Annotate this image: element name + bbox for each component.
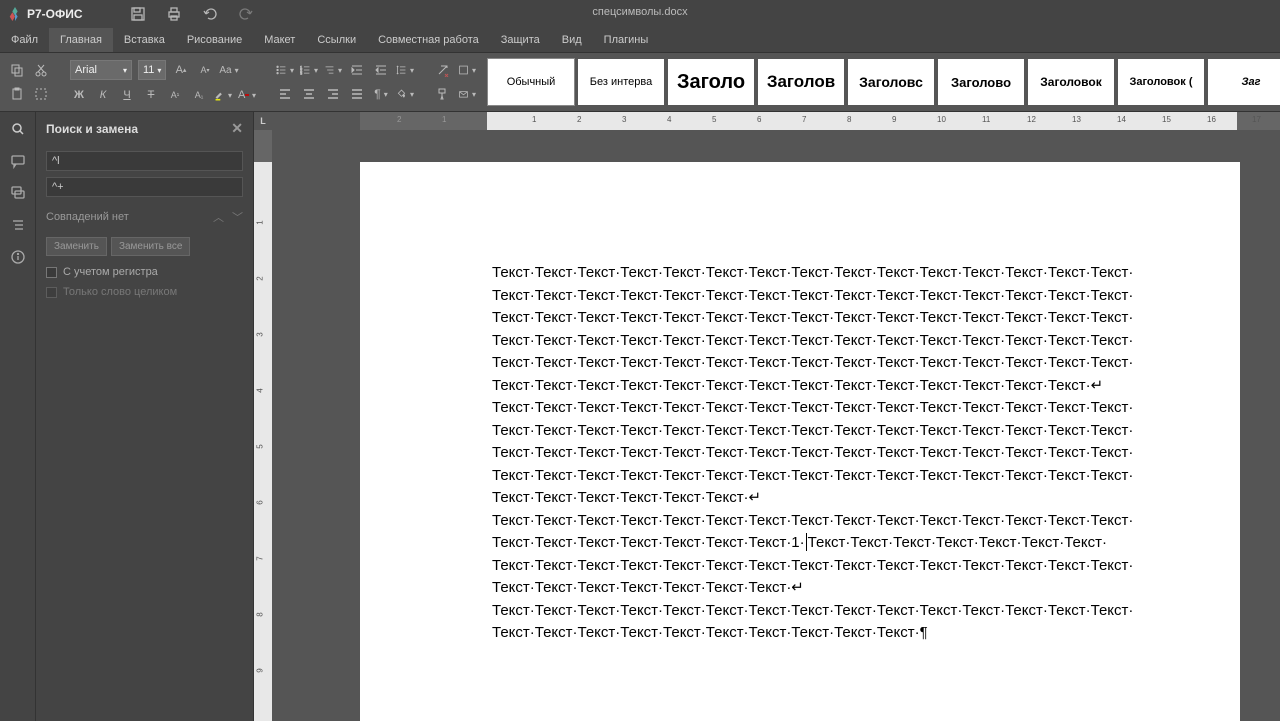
replace-button[interactable]: Заменить xyxy=(46,237,107,256)
nonprinting-icon[interactable]: ¶▾ xyxy=(372,85,390,103)
superscript-icon[interactable]: A¹ xyxy=(166,86,184,104)
style-0[interactable]: Обычный xyxy=(488,59,574,105)
close-icon[interactable]: ✕ xyxy=(231,120,243,137)
paste-icon[interactable] xyxy=(8,85,26,103)
ruler-corner[interactable]: L xyxy=(254,112,272,130)
style-7[interactable]: Заголовок ( xyxy=(1118,59,1204,105)
style-3[interactable]: Заголов xyxy=(758,59,844,105)
strikethrough-icon[interactable]: Т xyxy=(142,86,160,104)
numbered-list-icon[interactable]: 123▾ xyxy=(300,61,318,79)
align-center-icon[interactable] xyxy=(300,85,318,103)
mail-merge-icon[interactable]: ▾ xyxy=(458,85,476,103)
style-6[interactable]: Заголовок xyxy=(1028,59,1114,105)
menu-защита[interactable]: Защита xyxy=(490,28,551,52)
font-name-select[interactable]: Arial▾ xyxy=(70,60,132,80)
menu-главная[interactable]: Главная xyxy=(49,28,113,52)
style-4[interactable]: Заголовс xyxy=(848,59,934,105)
cut-icon[interactable] xyxy=(32,61,50,79)
svg-text:3: 3 xyxy=(300,71,302,76)
menu-совместная работа[interactable]: Совместная работа xyxy=(367,28,490,52)
line-spacing-icon[interactable]: ▾ xyxy=(396,61,414,79)
title-bar: Р7-ОФИС спецсимволы.docx xyxy=(0,0,1280,28)
menu-рисование[interactable]: Рисование xyxy=(176,28,253,52)
info-tab-icon[interactable] xyxy=(9,248,27,266)
panel-title: Поиск и замена xyxy=(46,122,138,136)
case-sensitive-checkbox[interactable]: С учетом регистра xyxy=(46,262,243,282)
align-justify-icon[interactable] xyxy=(348,85,366,103)
align-right-icon[interactable] xyxy=(324,85,342,103)
borders-icon[interactable]: ▾ xyxy=(458,61,476,79)
style-2[interactable]: Заголо xyxy=(668,59,754,105)
document-title: спецсимволы.docx xyxy=(0,6,1280,18)
subscript-icon[interactable]: A₁ xyxy=(190,86,208,104)
whole-word-checkbox[interactable]: Только слово целиком xyxy=(46,282,243,302)
menu-вставка[interactable]: Вставка xyxy=(113,28,176,52)
decrease-indent-icon[interactable] xyxy=(348,61,366,79)
replace-input[interactable] xyxy=(46,177,243,197)
document-text[interactable]: Текст·Текст·Текст·Текст·Текст·Текст·Текс… xyxy=(492,262,1200,645)
styles-gallery: ОбычныйБез интерваЗаголоЗаголовЗаголовсЗ… xyxy=(488,59,1280,105)
search-tab-icon[interactable] xyxy=(9,120,27,138)
style-1[interactable]: Без интерва xyxy=(578,59,664,105)
underline-icon[interactable]: Ч xyxy=(118,86,136,104)
page[interactable]: Текст·Текст·Текст·Текст·Текст·Текст·Текс… xyxy=(360,162,1240,721)
prev-match-icon[interactable]: ︿ xyxy=(213,209,224,225)
highlight-icon[interactable]: ▾ xyxy=(214,86,232,104)
match-status: Совпадений нет xyxy=(46,211,129,223)
find-input[interactable] xyxy=(46,151,243,171)
shading-icon[interactable]: ▾ xyxy=(396,85,414,103)
style-5[interactable]: Заголово xyxy=(938,59,1024,105)
change-case-icon[interactable]: Aa▾ xyxy=(220,61,238,79)
style-8[interactable]: Заг xyxy=(1208,59,1280,105)
chat-tab-icon[interactable] xyxy=(9,184,27,202)
copy-icon[interactable] xyxy=(8,61,26,79)
menu-вид[interactable]: Вид xyxy=(551,28,593,52)
document-area: L 211234567891011121314151617 1234567891… xyxy=(254,112,1280,721)
menu-ссылки[interactable]: Ссылки xyxy=(306,28,367,52)
decrease-font-icon[interactable]: A▾ xyxy=(196,61,214,79)
bold-icon[interactable]: Ж xyxy=(70,86,88,104)
vertical-ruler[interactable]: 12345678910 xyxy=(254,130,272,721)
italic-icon[interactable]: К xyxy=(94,86,112,104)
clear-format-icon[interactable] xyxy=(434,61,452,79)
menu-макет[interactable]: Макет xyxy=(253,28,306,52)
font-size-select[interactable]: 11▾ xyxy=(138,60,166,80)
increase-indent-icon[interactable] xyxy=(372,61,390,79)
left-sidebar xyxy=(0,112,36,721)
bullet-list-icon[interactable]: ▾ xyxy=(276,61,294,79)
increase-font-icon[interactable]: A▴ xyxy=(172,61,190,79)
menu-bar: ФайлГлавнаяВставкаРисованиеМакетСсылкиСо… xyxy=(0,28,1280,53)
comments-tab-icon[interactable] xyxy=(9,152,27,170)
toolbar: Arial▾ 11▾ A▴ A▾ Aa▾ Ж К Ч Т A¹ A₁ ▾ A▾ … xyxy=(0,53,1280,112)
font-color-icon[interactable]: A▾ xyxy=(238,86,256,104)
align-left-icon[interactable] xyxy=(276,85,294,103)
menu-плагины[interactable]: Плагины xyxy=(593,28,660,52)
format-painter-icon[interactable] xyxy=(434,85,452,103)
next-match-icon[interactable]: ﹀ xyxy=(232,209,243,225)
select-all-icon[interactable] xyxy=(32,85,50,103)
replace-all-button[interactable]: Заменить все xyxy=(111,237,190,256)
find-replace-panel: Поиск и замена ✕ Совпадений нет ︿ ﹀ Заме… xyxy=(36,112,254,721)
headings-tab-icon[interactable] xyxy=(9,216,27,234)
multilevel-list-icon[interactable]: ▾ xyxy=(324,61,342,79)
horizontal-ruler[interactable]: 211234567891011121314151617 xyxy=(272,112,1280,130)
menu-файл[interactable]: Файл xyxy=(0,28,49,52)
